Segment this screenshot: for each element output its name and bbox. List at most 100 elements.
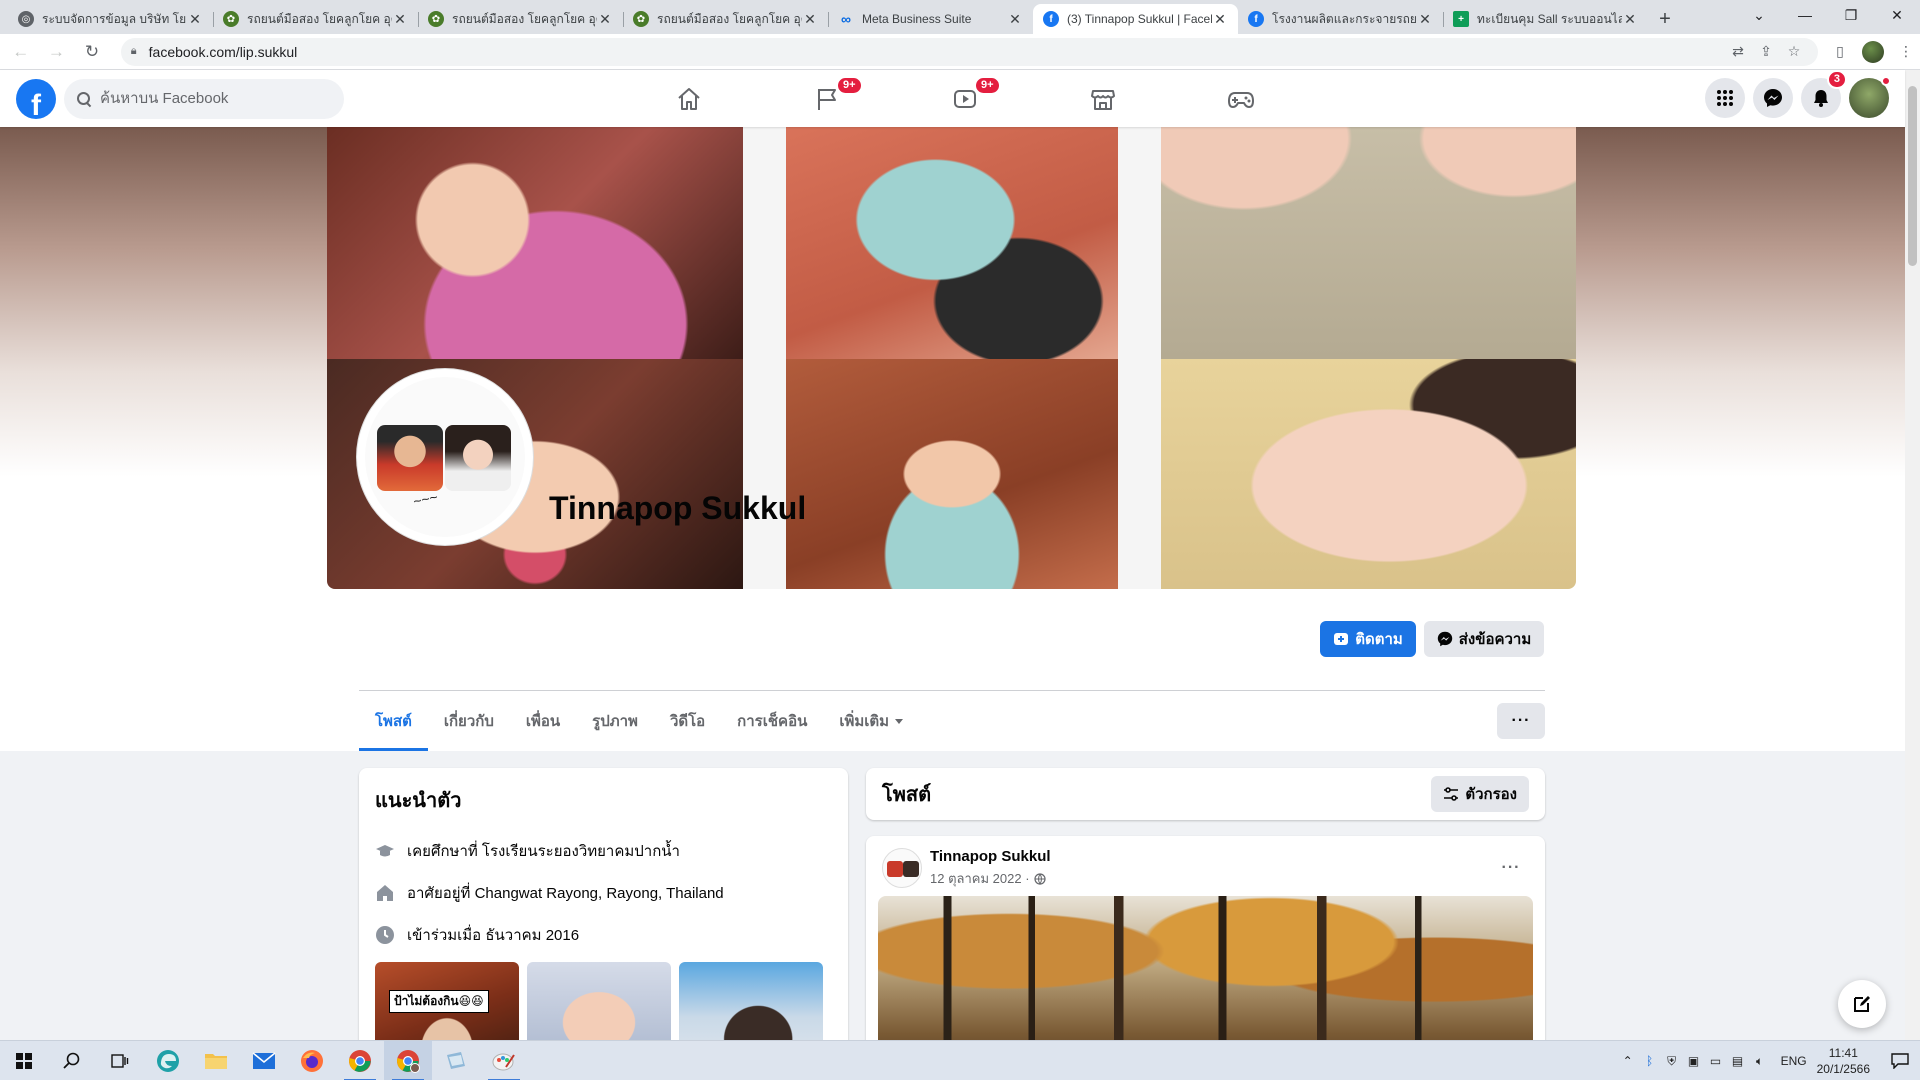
taskbar-edge[interactable] [144, 1041, 192, 1080]
display-icon[interactable]: ▭ [1705, 1054, 1727, 1068]
page-scrollbar[interactable] [1905, 70, 1920, 1040]
chrome-profile-avatar[interactable] [1861, 40, 1884, 63]
volume-muted-icon[interactable]: 🔈︎ [1749, 1054, 1771, 1069]
post-options-button[interactable]: ··· [1493, 850, 1529, 886]
tab-about[interactable]: เกี่ยวกับ [428, 691, 510, 751]
minimize-button[interactable]: — [1782, 0, 1828, 30]
lock-icon[interactable]: 🔒︎ [131, 45, 137, 58]
tab-posts[interactable]: โพสต์ [359, 691, 428, 751]
cover-collage-photo [1161, 127, 1576, 359]
new-tab-button[interactable]: + [1648, 4, 1682, 34]
translate-icon[interactable]: ⇄ [1724, 43, 1752, 60]
nav-gaming[interactable] [1172, 70, 1310, 127]
taskbar-file-explorer[interactable] [192, 1041, 240, 1080]
browser-tab-active[interactable]: f (3) Tinnapop Sukkul | Facel ✕ [1033, 4, 1238, 34]
taskbar-paint[interactable] [480, 1041, 528, 1080]
messenger-button[interactable] [1753, 78, 1793, 118]
tab-videos[interactable]: วิดีโอ [654, 691, 721, 751]
restore-button[interactable]: ❐ [1828, 0, 1874, 30]
facebook-header: f 9+ 9+ 3 [0, 70, 1905, 127]
close-tab-icon[interactable]: ✕ [597, 11, 613, 28]
message-button[interactable]: ส่งข้อความ [1424, 621, 1544, 657]
browser-tab[interactable]: ∞ Meta Business Suite ✕ [828, 4, 1033, 34]
facebook-search[interactable] [64, 78, 344, 119]
filter-button[interactable]: ตัวกรอง [1431, 776, 1529, 812]
browser-tab[interactable]: ✿ รถยนต์มือสอง โยคลูกโยค อุดร ✕ [623, 4, 828, 34]
tray-expand-icon[interactable]: ⌃ [1617, 1054, 1639, 1068]
taskbar-app[interactable] [432, 1041, 480, 1080]
menu-button[interactable] [1705, 78, 1745, 118]
taskbar-clock[interactable]: 11:41 20/1/2566 [1817, 1045, 1870, 1077]
security-shield-icon[interactable]: ⛨ [1661, 1054, 1683, 1069]
browser-tab[interactable]: ◎ ระบบจัดการข้อมูล บริษัท โยคลู ✕ [8, 4, 213, 34]
tab-photos[interactable]: รูปภาพ [576, 691, 654, 751]
taskbar-search-button[interactable] [48, 1041, 96, 1080]
notification-center-icon [1891, 1053, 1909, 1069]
close-tab-icon[interactable]: ✕ [1212, 11, 1228, 28]
url-text[interactable]: facebook.com/lip.sukkul [149, 44, 1724, 60]
close-tab-icon[interactable]: ✕ [187, 11, 203, 28]
graduation-cap-icon [375, 841, 395, 861]
windows-logo-icon [16, 1052, 32, 1069]
scrollbar-thumb[interactable] [1908, 86, 1917, 266]
close-tab-icon[interactable]: ✕ [1007, 11, 1023, 28]
taskbar-chrome-profile[interactable] [384, 1040, 432, 1080]
close-tab-icon[interactable]: ✕ [1417, 11, 1433, 28]
follow-button[interactable]: ติดตาม [1320, 621, 1416, 657]
browser-tab[interactable]: + ทะเบียนคุม Sall ระบบออนไลน์ ✕ [1443, 4, 1648, 34]
posts-title: โพสต์ [882, 784, 932, 806]
network-icon[interactable]: ▤ [1727, 1054, 1749, 1068]
nav-watch[interactable]: 9+ [896, 70, 1034, 127]
account-avatar[interactable] [1849, 76, 1891, 118]
taskbar-chrome[interactable] [336, 1041, 384, 1080]
back-button[interactable]: ← [6, 37, 36, 67]
browser-tab[interactable]: ✿ รถยนต์มือสอง โยคลูกโยค อุดร ✕ [213, 4, 418, 34]
cover-photo[interactable] [327, 127, 1576, 589]
menu-grid-icon [1717, 90, 1733, 106]
intro-education: เคยศึกษาที่ โรงเรียนระยองวิทยาคมปากน้ำ [375, 830, 832, 872]
nav-marketplace[interactable] [1034, 70, 1172, 127]
close-window-button[interactable]: ✕ [1874, 0, 1920, 30]
taskbar-mail[interactable] [240, 1041, 288, 1080]
search-input[interactable] [100, 90, 330, 107]
task-view-button[interactable] [96, 1041, 144, 1080]
new-message-button[interactable] [1838, 980, 1886, 1028]
close-tab-icon[interactable]: ✕ [802, 11, 818, 28]
edge-icon [157, 1049, 179, 1072]
tab-label: วิดีโอ [669, 713, 706, 730]
tab-search-icon[interactable]: ⌄ [1736, 0, 1782, 30]
start-button[interactable] [0, 1041, 48, 1080]
input-language[interactable]: ENG [1781, 1054, 1807, 1068]
bookmark-star-icon[interactable]: ☆ [1780, 43, 1808, 60]
reload-button[interactable]: ↻ [77, 37, 107, 67]
post-author-name[interactable]: Tinnapop Sukkul [930, 848, 1051, 865]
share-icon[interactable]: ⇪ [1752, 43, 1780, 60]
forward-button[interactable]: → [42, 37, 72, 67]
usb-icon[interactable]: ▣ [1683, 1054, 1705, 1068]
nav-pages[interactable]: 9+ [758, 70, 896, 127]
action-center-button[interactable] [1880, 1041, 1920, 1080]
chrome-menu-icon[interactable]: ⋮ [1892, 43, 1920, 60]
browser-tab[interactable]: f โรงงานผลิตและกระจายรถยนต์ ✕ [1238, 4, 1443, 34]
browser-tab[interactable]: ✿ รถยนต์มือสอง โยคลูกโยค อุดร ✕ [418, 4, 623, 34]
taskbar-firefox[interactable] [288, 1041, 336, 1080]
profile-more-options-button[interactable]: ··· [1497, 703, 1545, 739]
tab-checkins[interactable]: การเช็คอิน [721, 691, 823, 751]
tab-friends[interactable]: เพื่อน [510, 691, 576, 751]
tab-more[interactable]: เพิ่มเติม [823, 691, 919, 751]
notifications-button[interactable]: 3 [1801, 70, 1847, 118]
bluetooth-icon[interactable]: ᛒ [1639, 1054, 1661, 1068]
nav-home[interactable] [620, 70, 758, 127]
profile-picture[interactable]: ~~~ [357, 369, 533, 545]
post-author-avatar[interactable] [882, 848, 922, 888]
address-bar[interactable]: 🔒︎ facebook.com/lip.sukkul ⇄ ⇪ ☆ [120, 37, 1818, 66]
close-tab-icon[interactable]: ✕ [392, 11, 408, 28]
facebook-logo-icon[interactable]: f [16, 78, 56, 119]
pages-badge: 9+ [836, 76, 863, 95]
photo-caption: ป้าไม่ต้องกิน😆😆 [389, 990, 489, 1013]
post-date[interactable]: 12 ตุลาคม 2022 · [930, 868, 1030, 889]
side-panel-icon[interactable]: ▯ [1826, 43, 1854, 60]
close-tab-icon[interactable]: ✕ [1622, 11, 1638, 28]
post-meta: 12 ตุลาคม 2022 · [930, 868, 1046, 889]
browser-toolbar: ← → ↻ 🔒︎ facebook.com/lip.sukkul ⇄ ⇪ ☆ ▯… [0, 34, 1920, 70]
